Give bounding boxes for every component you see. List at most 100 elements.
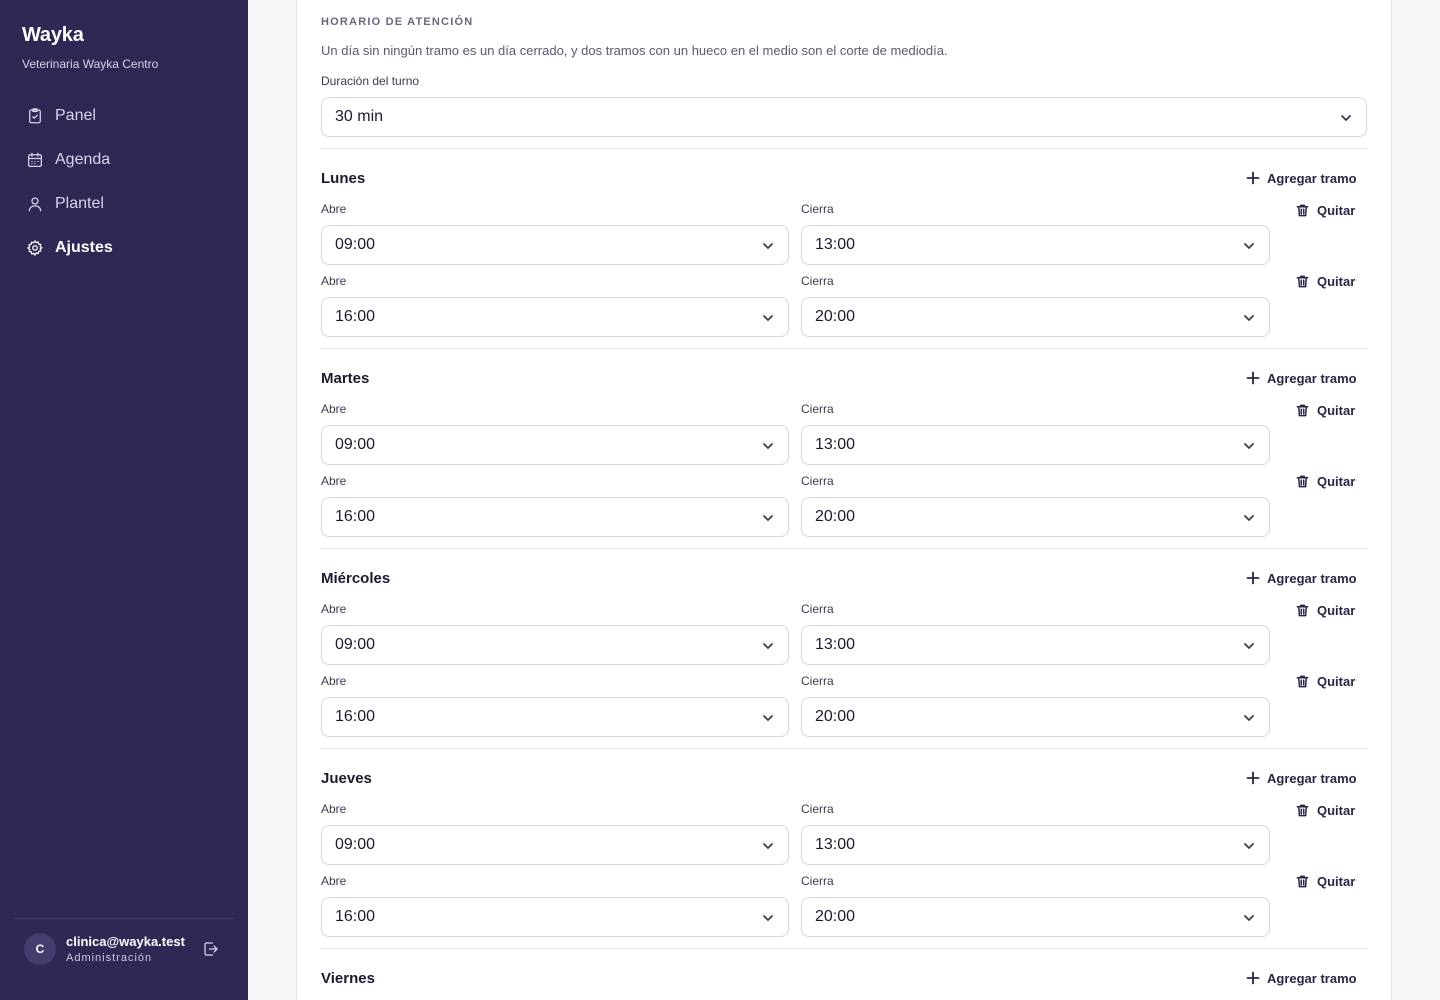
open-time-value: 09:00	[335, 436, 376, 453]
open-time-select[interactable]: 09:00	[321, 425, 789, 465]
gear-icon	[26, 239, 44, 257]
chevron-down-icon	[1340, 111, 1352, 123]
remove-range-label: Quitar	[1317, 202, 1356, 218]
close-time-select[interactable]: 20:00	[801, 896, 1270, 937]
trash-icon	[1295, 603, 1317, 618]
close-time-select[interactable]: 20:00	[801, 496, 1270, 537]
close-label: Cierra	[801, 473, 834, 488]
open-label: Abre	[321, 402, 347, 416]
chevron-down-icon	[1243, 311, 1255, 323]
close-label: Cierra	[801, 273, 834, 288]
remove-range-button[interactable]: Quitar	[1295, 272, 1355, 292]
open-time-select[interactable]: 09:00	[321, 225, 789, 265]
remove-range-button[interactable]: Quitar	[1295, 800, 1355, 820]
close-time-select[interactable]: 20:00	[801, 696, 1270, 737]
chevron-down-icon	[1243, 239, 1255, 251]
logout-icon[interactable]	[202, 940, 220, 958]
add-range-button[interactable]: Agregar tramo	[1246, 568, 1357, 588]
user-icon	[26, 195, 44, 213]
open-time-select[interactable]: 09:00	[321, 825, 789, 865]
open-time-select[interactable]: 16:00	[321, 896, 789, 937]
open-time-value: 16:00	[335, 907, 376, 925]
close-label: Cierra	[801, 873, 834, 888]
add-range-button[interactable]: Agregar tramo	[1246, 168, 1357, 188]
remove-range-button[interactable]: Quitar	[1295, 600, 1355, 620]
remove-range-label: Quitar	[1317, 474, 1356, 489]
close-time-select[interactable]: 13:00	[801, 625, 1270, 665]
divider	[321, 148, 1367, 149]
add-range-button[interactable]: Agregar tramo	[1246, 368, 1357, 388]
close-time-select[interactable]: 20:00	[801, 296, 1270, 337]
trash-icon	[1295, 274, 1317, 289]
sidebar-item-label: Plantel	[55, 195, 104, 212]
day-title: Miércoles	[321, 570, 391, 587]
chevron-down-icon	[762, 839, 774, 851]
trash-icon	[1295, 474, 1317, 489]
remove-range-button[interactable]: Quitar	[1295, 400, 1355, 420]
close-label: Cierra	[801, 202, 834, 216]
close-label: Cierra	[801, 602, 834, 616]
open-time-value: 16:00	[335, 507, 376, 525]
add-range-label: Agregar tramo	[1267, 370, 1357, 386]
add-range-label: Agregar tramo	[1267, 570, 1357, 586]
close-time-value: 20:00	[815, 707, 856, 725]
chevron-down-icon	[1243, 711, 1255, 723]
remove-range-button[interactable]: Quitar	[1295, 200, 1355, 220]
open-time-value: 09:00	[335, 836, 376, 853]
close-time-select[interactable]: 13:00	[801, 225, 1270, 265]
remove-range-button[interactable]: Quitar	[1295, 872, 1355, 892]
user-email: clinica@wayka.test	[66, 934, 185, 949]
sidebar-item-ajustes[interactable]: Ajustes	[14, 228, 234, 268]
plus-icon	[1246, 971, 1267, 985]
open-time-select[interactable]: 09:00	[321, 625, 789, 665]
open-label: Abre	[321, 602, 347, 616]
day-title: Martes	[321, 370, 370, 387]
chevron-down-icon	[762, 239, 774, 251]
close-time-select[interactable]: 13:00	[801, 425, 1270, 465]
duration-select[interactable]: 30 min	[321, 97, 1367, 137]
open-time-select[interactable]: 16:00	[321, 696, 789, 737]
sidebar-item-panel[interactable]: Panel	[14, 96, 234, 136]
sidebar-nav: Panel Agenda Plantel Ajustes	[14, 96, 234, 272]
open-time-select[interactable]: 16:00	[321, 296, 789, 337]
clipboard-icon	[26, 107, 44, 125]
close-time-select[interactable]: 13:00	[801, 825, 1270, 865]
plus-icon	[1246, 171, 1267, 185]
chevron-down-icon	[1243, 639, 1255, 651]
add-range-label: Agregar tramo	[1267, 770, 1357, 786]
divider	[321, 548, 1367, 549]
chevron-down-icon	[762, 511, 774, 523]
chevron-down-icon	[762, 711, 774, 723]
remove-range-label: Quitar	[1317, 274, 1356, 289]
sidebar-item-plantel[interactable]: Plantel	[14, 184, 234, 224]
close-label: Cierra	[801, 802, 834, 816]
add-range-label: Agregar tramo	[1267, 170, 1357, 186]
remove-range-button[interactable]: Quitar	[1295, 672, 1355, 692]
open-time-value: 09:00	[335, 636, 376, 653]
trash-icon	[1295, 874, 1317, 889]
day-title: Jueves	[321, 770, 372, 787]
open-time-value: 16:00	[335, 307, 376, 325]
remove-range-label: Quitar	[1317, 402, 1356, 418]
open-time-select[interactable]: 16:00	[321, 496, 789, 537]
chevron-down-icon	[762, 639, 774, 651]
trash-icon	[1295, 403, 1317, 418]
open-label: Abre	[321, 802, 347, 816]
user-role: Administración	[66, 952, 153, 964]
remove-range-button[interactable]: Quitar	[1295, 472, 1355, 492]
chevron-down-icon	[1243, 839, 1255, 851]
open-label: Abre	[321, 273, 347, 288]
add-range-button[interactable]: Agregar tramo	[1246, 968, 1357, 988]
duration-value: 30 min	[335, 108, 384, 125]
divider	[321, 348, 1367, 349]
sidebar-item-label: Ajustes	[55, 239, 113, 256]
sidebar-item-agenda[interactable]: Agenda	[14, 140, 234, 180]
divider	[321, 948, 1367, 949]
clinic-name: Veterinaria Wayka Centro	[22, 57, 159, 71]
close-label: Cierra	[801, 402, 834, 416]
chevron-down-icon	[1243, 911, 1255, 923]
avatar: C	[24, 933, 56, 965]
add-range-button[interactable]: Agregar tramo	[1246, 768, 1357, 788]
day-title: Lunes	[321, 170, 366, 187]
close-time-value: 20:00	[815, 907, 856, 925]
